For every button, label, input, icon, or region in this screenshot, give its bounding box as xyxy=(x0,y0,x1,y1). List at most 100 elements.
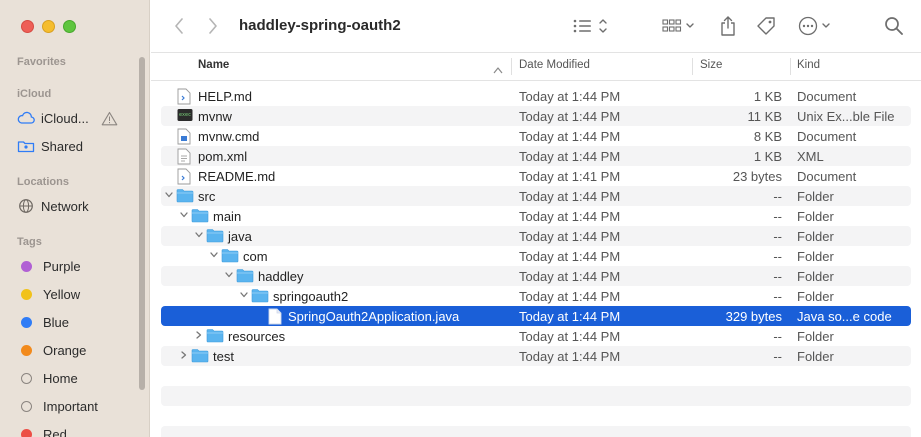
file-name: src xyxy=(198,189,216,204)
file-row[interactable]: mvnw.cmd Today at 1:44 PM 8 KB Document xyxy=(161,126,911,146)
sidebar-item-label: Yellow xyxy=(43,286,81,302)
sidebar-item-tag-yellow[interactable]: Yellow xyxy=(17,284,80,304)
ellipsis-circle-icon xyxy=(798,16,830,36)
tags-button[interactable] xyxy=(754,15,778,37)
file-kind: XML xyxy=(797,149,824,164)
folder-row[interactable]: com Today at 1:44 PM -- Folder xyxy=(161,246,911,266)
sidebar-item-label: Home xyxy=(43,370,78,386)
favorites-header: Favorites xyxy=(17,56,66,68)
minimize-window-button[interactable] xyxy=(42,20,55,33)
file-row[interactable]: README.md Today at 1:41 PM 23 bytes Docu… xyxy=(161,166,911,186)
chevron-right-icon[interactable] xyxy=(179,350,189,362)
column-header-size[interactable]: Size xyxy=(700,59,722,71)
file-row[interactable]: HELP.md Today at 1:44 PM 1 KB Document xyxy=(161,86,911,106)
toolbar: haddley-spring-oauth2 xyxy=(151,0,921,53)
file-row[interactable]: pom.xml Today at 1:44 PM 1 KB XML xyxy=(161,146,911,166)
xml-file-icon xyxy=(177,148,195,165)
cloud-icon xyxy=(17,111,35,125)
folder-row[interactable]: springoauth2 Today at 1:44 PM -- Folder xyxy=(161,286,911,306)
tag-dot-icon xyxy=(21,344,32,356)
back-button[interactable] xyxy=(169,16,189,36)
svg-text:exec: exec xyxy=(179,112,191,118)
more-actions-button[interactable] xyxy=(797,15,835,37)
sidebar-scrollbar[interactable] xyxy=(139,57,145,390)
chevron-right-icon[interactable] xyxy=(194,330,204,342)
tag-dot-icon xyxy=(21,260,32,272)
close-window-button[interactable] xyxy=(21,20,34,33)
forward-button[interactable] xyxy=(203,16,223,36)
sidebar-item-label: Orange xyxy=(43,342,87,358)
chevron-down-icon[interactable] xyxy=(239,290,249,302)
file-kind: Unix Ex...ble File xyxy=(797,109,895,124)
search-icon xyxy=(885,17,903,35)
sidebar-item-tag-red[interactable]: Red xyxy=(17,424,67,437)
file-size: -- xyxy=(773,209,782,224)
file-row-selected[interactable]: SpringOauth2Application.java Today at 1:… xyxy=(161,306,911,326)
file-kind: Folder xyxy=(797,229,834,244)
window-title: haddley-spring-oauth2 xyxy=(239,17,401,34)
tag-dot-icon xyxy=(21,428,32,437)
file-name: pom.xml xyxy=(198,149,248,164)
file-size: -- xyxy=(773,349,782,364)
file-size: 8 KB xyxy=(753,129,782,144)
folder-row[interactable]: test Today at 1:44 PM -- Folder xyxy=(161,346,911,366)
tag-dot-icon xyxy=(21,316,32,328)
document-file-icon xyxy=(177,128,195,145)
sidebar-item-shared[interactable]: Shared xyxy=(17,136,83,156)
file-name: test xyxy=(213,349,234,364)
sidebar-item-icloud-drive[interactable]: iCloud... xyxy=(17,108,118,128)
file-size: 1 KB xyxy=(753,89,782,104)
java-file-icon xyxy=(268,308,286,325)
folder-row[interactable]: main Today at 1:44 PM -- Folder xyxy=(161,206,911,226)
list-view-icon xyxy=(573,19,607,33)
sidebar-item-label: iCloud... xyxy=(41,110,89,126)
chevron-down-icon[interactable] xyxy=(164,190,174,202)
column-header-name[interactable]: Name xyxy=(198,59,229,71)
empty-row-stripe xyxy=(161,386,911,406)
column-header-date[interactable]: Date Modified xyxy=(519,59,590,71)
column-header-kind[interactable]: Kind xyxy=(797,59,820,71)
globe-icon xyxy=(17,198,35,214)
sidebar-item-label: Red xyxy=(43,426,67,437)
column-divider[interactable] xyxy=(511,58,512,75)
file-date: Today at 1:44 PM xyxy=(519,249,621,264)
sidebar-item-network[interactable]: Network xyxy=(17,196,89,216)
view-options-button[interactable] xyxy=(571,15,613,37)
file-size: 11 KB xyxy=(747,109,782,124)
chevron-down-icon[interactable] xyxy=(209,250,219,262)
file-date: Today at 1:44 PM xyxy=(519,349,621,364)
group-by-button[interactable] xyxy=(661,15,699,37)
sidebar-item-tag-home[interactable]: Home xyxy=(17,368,78,388)
column-divider[interactable] xyxy=(692,58,693,75)
tag-dot-icon xyxy=(21,400,32,412)
file-name: resources xyxy=(228,329,286,344)
column-divider[interactable] xyxy=(790,58,791,75)
markdown-file-icon xyxy=(177,168,195,185)
zoom-window-button[interactable] xyxy=(63,20,76,33)
folder-icon xyxy=(206,328,224,344)
chevron-down-icon[interactable] xyxy=(224,270,234,282)
file-date: Today at 1:44 PM xyxy=(519,289,621,304)
file-row[interactable]: exec mvnw Today at 1:44 PM 11 KB Unix Ex… xyxy=(161,106,911,126)
chevron-down-icon[interactable] xyxy=(179,210,189,222)
file-kind: Document xyxy=(797,129,857,144)
share-button[interactable] xyxy=(717,14,739,38)
search-button[interactable] xyxy=(883,15,905,37)
folder-row[interactable]: src Today at 1:44 PM -- Folder xyxy=(161,186,911,206)
file-kind: Folder xyxy=(797,289,834,304)
tag-dot-icon xyxy=(21,288,32,300)
sidebar-item-tag-blue[interactable]: Blue xyxy=(17,312,69,332)
file-kind: Folder xyxy=(797,209,834,224)
file-size: -- xyxy=(773,229,782,244)
folder-row[interactable]: haddley Today at 1:44 PM -- Folder xyxy=(161,266,911,286)
file-date: Today at 1:44 PM xyxy=(519,269,621,284)
folder-row[interactable]: java Today at 1:44 PM -- Folder xyxy=(161,226,911,246)
chevron-down-icon[interactable] xyxy=(194,230,204,242)
sidebar-item-tag-purple[interactable]: Purple xyxy=(17,256,81,276)
file-date: Today at 1:44 PM xyxy=(519,189,621,204)
sidebar-item-tag-important[interactable]: Important xyxy=(17,396,98,416)
warning-icon[interactable] xyxy=(101,111,118,126)
folder-row[interactable]: resources Today at 1:44 PM -- Folder xyxy=(161,326,911,346)
share-icon xyxy=(721,16,735,36)
sidebar-item-tag-orange[interactable]: Orange xyxy=(17,340,86,360)
